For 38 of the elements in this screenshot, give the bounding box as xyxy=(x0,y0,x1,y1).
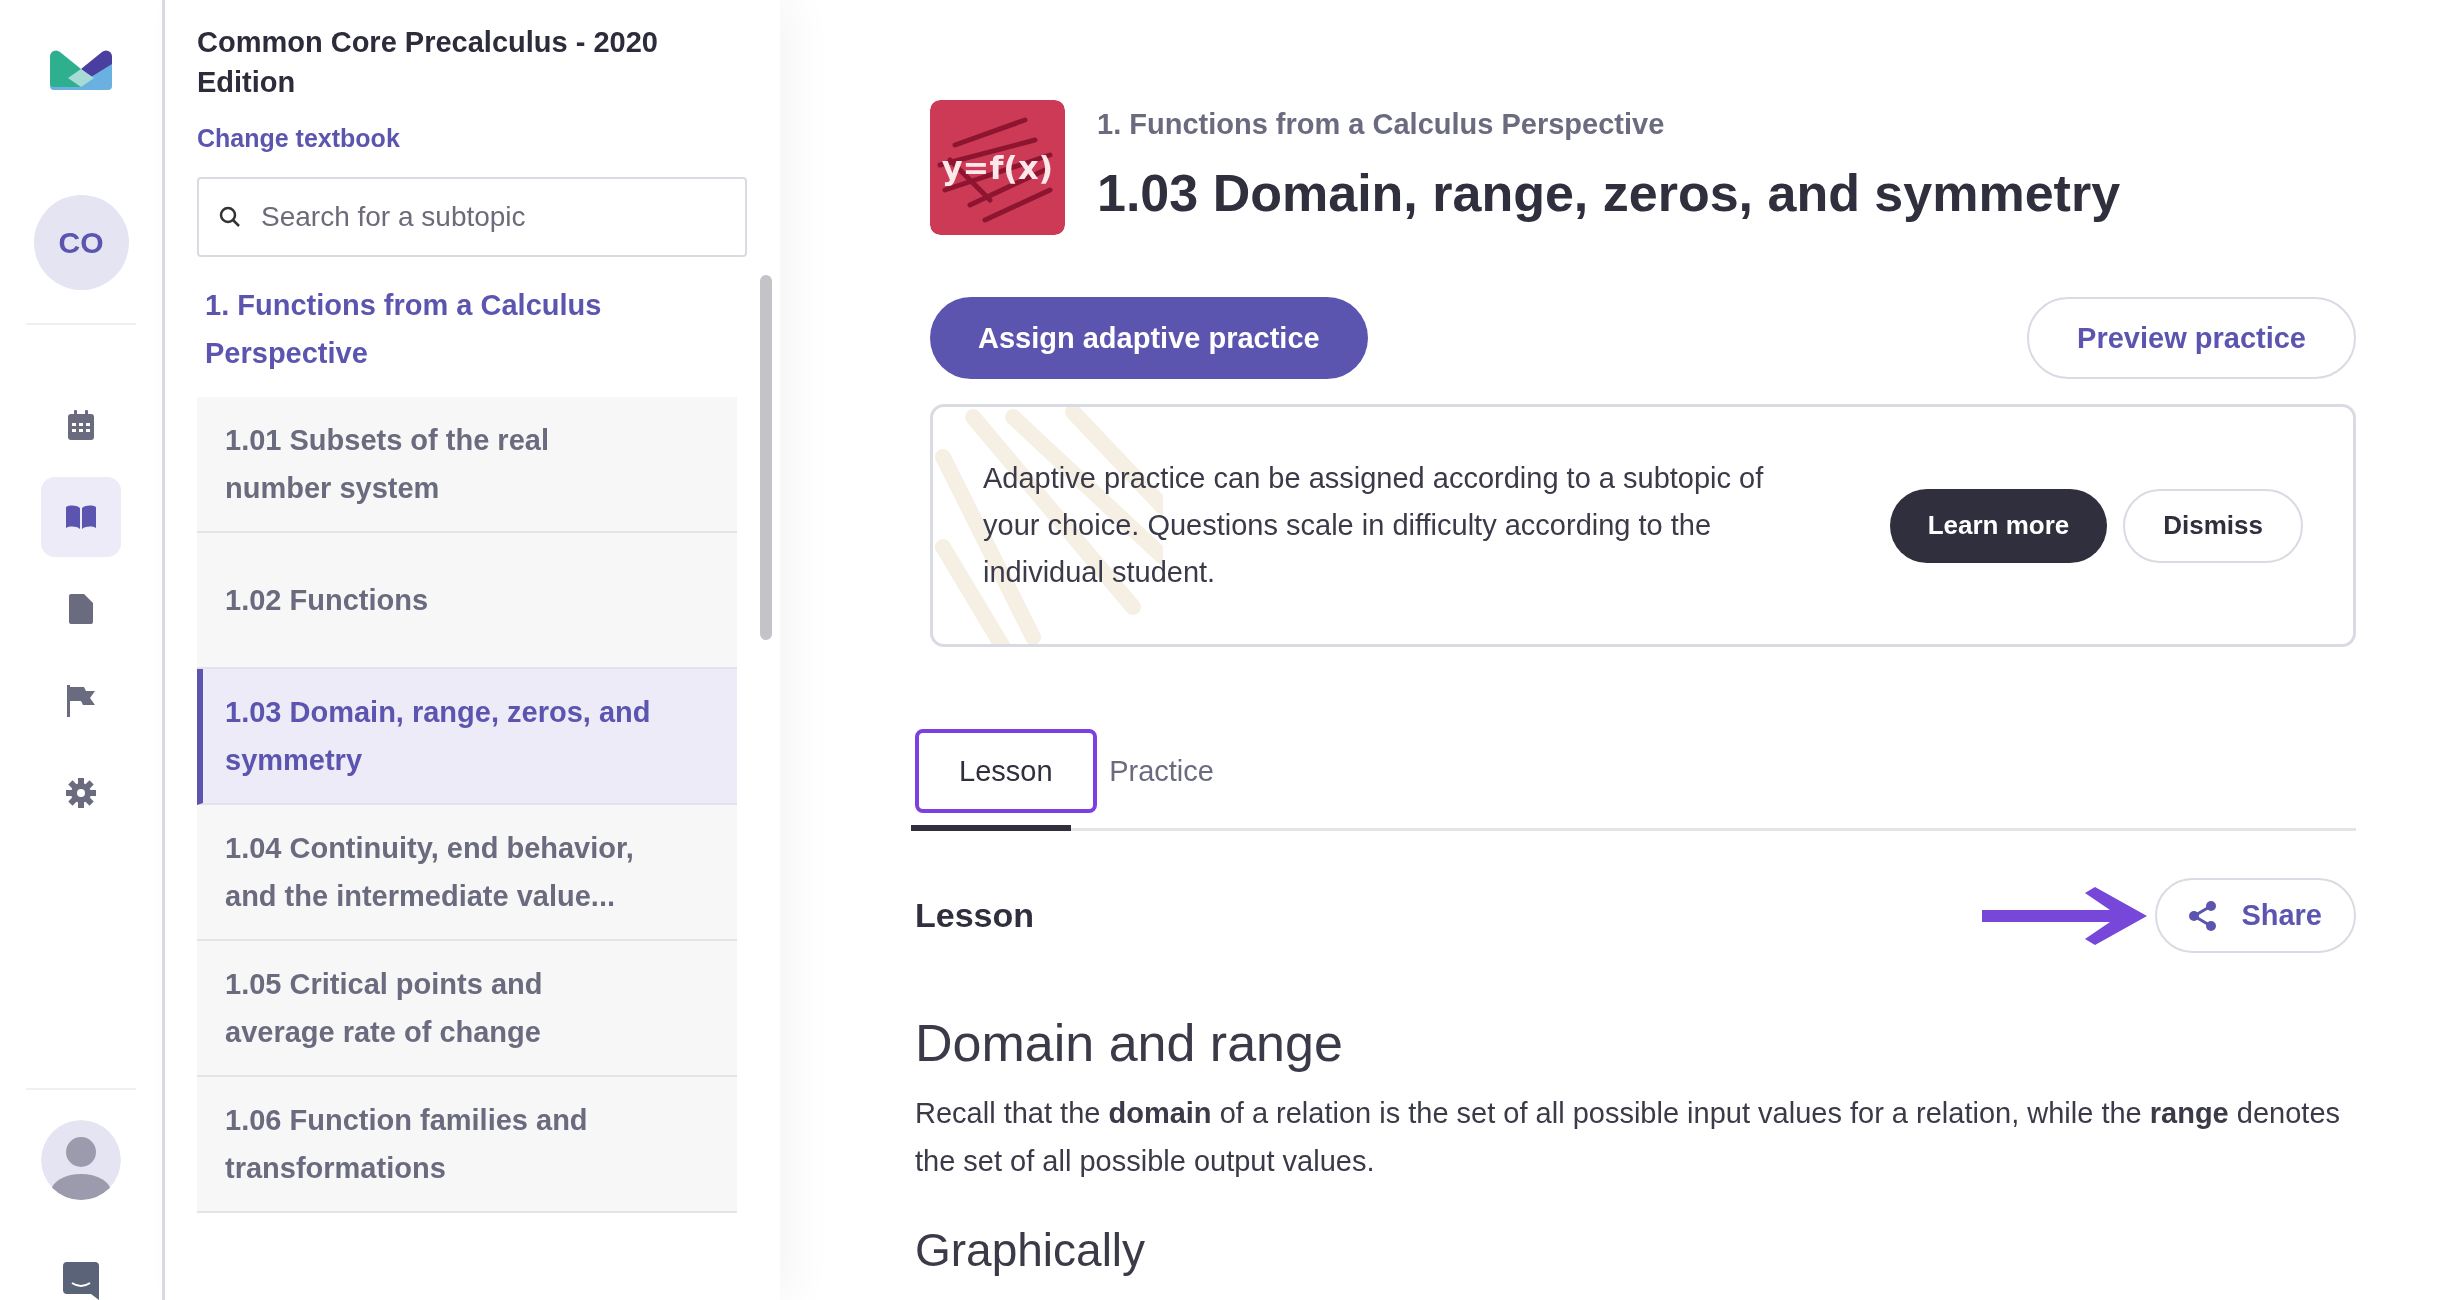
subtopic-item[interactable]: 1.03 Domain, range, zeros, and symmetry xyxy=(197,669,737,805)
subtopic-item[interactable]: 1.01 Subsets of the real number system xyxy=(197,397,737,533)
share-button[interactable]: Share xyxy=(2155,878,2356,953)
chapter-label: 1. Functions from a Calculus Perspective xyxy=(1097,108,1666,141)
assign-practice-button[interactable]: Assign adaptive practice xyxy=(930,297,1368,379)
page-title: 1.03 Domain, range, zeros, and symmetry xyxy=(1097,163,2121,223)
nav-button[interactable] xyxy=(41,477,121,557)
search-field[interactable]: Search for a subtopic xyxy=(197,177,747,257)
user-avatar[interactable]: CO xyxy=(33,195,129,290)
tile-formula: y=f(x) xyxy=(941,148,1054,187)
profile-avatar-icon[interactable] xyxy=(41,1120,121,1200)
settings-icon xyxy=(66,778,96,808)
chapter-heading[interactable]: 1. Functions from a Calculus Perspective xyxy=(205,281,625,377)
textbook-title: Common Core Precalculus - 2020 Edition xyxy=(197,25,659,100)
change-textbook-link[interactable]: Change textbook xyxy=(197,124,400,153)
book-icon xyxy=(65,504,97,530)
subtopic-item[interactable]: 1.06 Function families and transformations xyxy=(197,1077,737,1213)
dismiss-button[interactable]: Dismiss xyxy=(2123,488,2303,563)
subtopic-item[interactable]: 1.04 Continuity, end behavior, and the intermediate value... xyxy=(197,805,737,941)
content-paragraph: Recall that the domain of a relation is the set of all possible input values for a relation, while the range denotes the set of all possible output values. xyxy=(915,1096,2342,1179)
chat-icon[interactable] xyxy=(63,1262,99,1300)
tab[interactable]: Lesson xyxy=(915,729,1097,813)
search-icon xyxy=(219,206,241,228)
content-heading: Graphically xyxy=(915,1223,1147,1277)
flag-icon xyxy=(67,685,95,717)
subtopic-item[interactable]: 1.02 Functions xyxy=(197,533,737,669)
subtopic-item[interactable]: 1.05 Critical points and average rate of change xyxy=(197,941,737,1077)
arrow-icon xyxy=(1982,886,2148,945)
content-heading: Domain and range xyxy=(915,1013,1344,1073)
calendar-icon xyxy=(66,409,96,441)
share-icon xyxy=(2189,900,2218,931)
logo-icon[interactable] xyxy=(50,48,112,90)
section-heading: Lesson xyxy=(915,896,1035,935)
preview-practice-button[interactable]: Preview practice xyxy=(2027,297,2356,379)
banner-text: Adaptive practice can be assigned according to a subtopic of your choice. Questions scale in difficulty according to the individual student. xyxy=(983,461,1765,590)
document-icon xyxy=(69,594,93,624)
learn-more-button[interactable]: Learn more xyxy=(1889,488,2108,563)
scrollbar[interactable] xyxy=(760,275,772,640)
